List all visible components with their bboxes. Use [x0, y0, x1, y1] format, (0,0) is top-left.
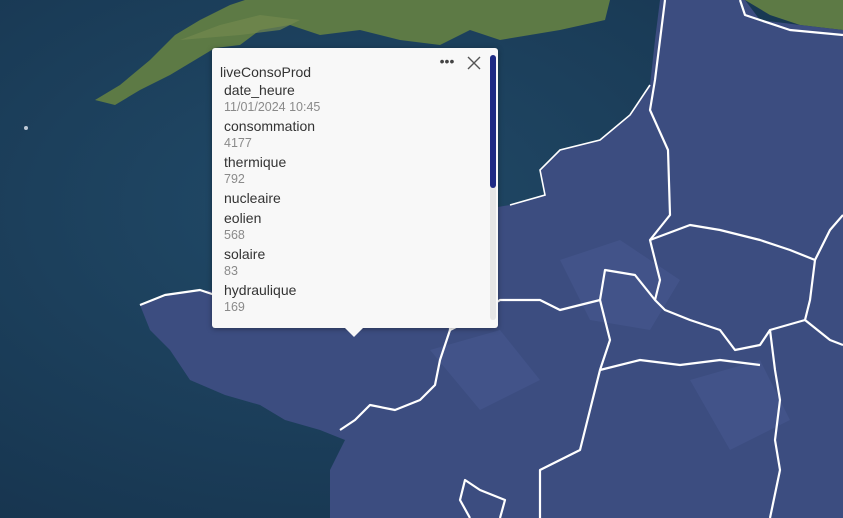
popup-pointer — [343, 326, 365, 337]
scrollbar-thumb[interactable] — [490, 55, 496, 188]
field-label: hydraulique — [224, 282, 297, 298]
field-date-heure: date_heure 11/01/2024 10:45 — [224, 81, 486, 115]
island — [24, 126, 28, 130]
popup-fields[interactable]: date_heure 11/01/2024 10:45 consommation… — [224, 81, 486, 321]
field-nucleaire: nucleaire — [224, 189, 486, 207]
close-icon[interactable] — [465, 54, 483, 72]
field-eolien: eolien 568 — [224, 209, 486, 243]
field-value: 4177 — [224, 136, 252, 150]
field-label: eolien — [224, 210, 262, 226]
field-thermique: thermique 792 — [224, 153, 486, 187]
field-hydraulique: hydraulique 169 — [224, 281, 486, 315]
field-value: 11/01/2024 10:45 — [224, 100, 321, 114]
field-label: consommation — [224, 118, 316, 134]
field-consommation: consommation 4177 — [224, 117, 486, 151]
popup-scrollbar[interactable] — [490, 55, 496, 320]
field-value: 169 — [224, 300, 245, 314]
field-value: 568 — [224, 228, 245, 242]
more-options-icon[interactable]: ••• — [438, 54, 456, 72]
field-label: nucleaire — [224, 190, 281, 206]
field-solaire: solaire 83 — [224, 245, 486, 279]
field-label: date_heure — [224, 82, 295, 98]
attribute-popup: liveConsoProd ••• date_heure 11/01/2024 … — [212, 48, 498, 328]
field-value: 792 — [224, 172, 245, 186]
field-label: thermique — [224, 154, 287, 170]
field-value: 83 — [224, 264, 238, 278]
field-label: solaire — [224, 246, 266, 262]
popup-title: liveConsoProd — [220, 64, 312, 80]
